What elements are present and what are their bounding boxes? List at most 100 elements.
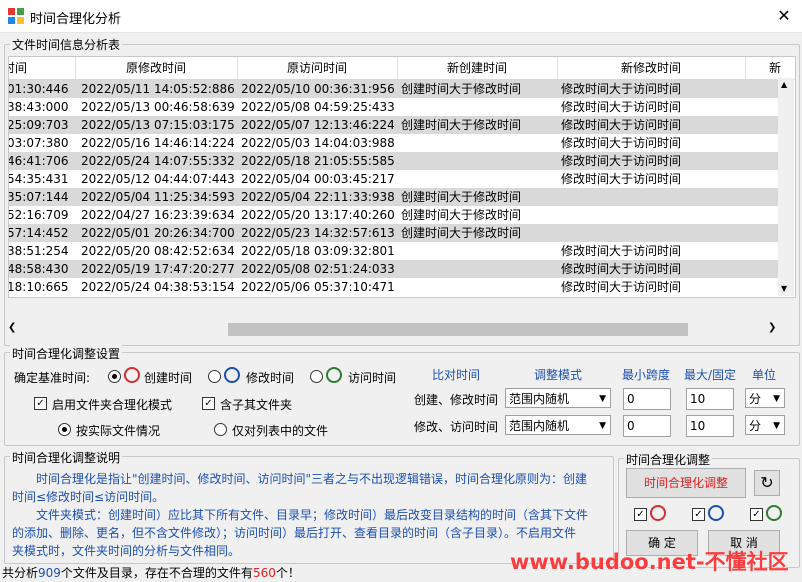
table-cell: 52:16:709 xyxy=(8,208,69,222)
chevron-down-icon: ▼ xyxy=(599,394,606,404)
table-cell: 2022/05/03 14:04:03:988 xyxy=(241,136,395,150)
vertical-scrollbar[interactable]: ▲ ▼ xyxy=(778,78,794,296)
table-cell: 创建时间大于修改时间 xyxy=(401,190,522,204)
status-bad-count: 560 xyxy=(252,566,276,580)
scroll-right-icon[interactable]: ❯ xyxy=(768,322,776,333)
max-fixed-input-2[interactable]: 10 xyxy=(686,415,734,437)
table-cell: 2022/05/12 04:44:07:443 xyxy=(81,172,235,186)
time-adjust-button[interactable]: 时间合理化调整 xyxy=(626,468,746,498)
scroll-down-icon[interactable]: ▼ xyxy=(781,284,787,293)
description-group-title: 时间合理化调整说明 xyxy=(10,449,123,466)
description-line: 的添加、删除、更名，但不含文件修改）；访问时间）最后打开、查看目录的时间（含子目… xyxy=(12,526,577,540)
folder-mode-checkbox[interactable]: ✓ xyxy=(34,397,47,410)
folder-mode-label[interactable]: 启用文件夹合理化模式 xyxy=(52,396,172,413)
col-header-new-created[interactable]: 新创建时间 xyxy=(397,57,558,79)
radio-base-modified[interactable] xyxy=(208,370,221,383)
table-cell: 2022/05/19 17:47:20:277 xyxy=(81,262,235,276)
table-cell: 48:58:430 xyxy=(8,262,69,276)
table-cell: 创建时间大于修改时间 xyxy=(401,226,522,240)
adjust-modified-checkbox[interactable]: ✓ xyxy=(692,508,705,521)
table-cell: 38:51:254 xyxy=(8,244,69,258)
accessed-time-icon xyxy=(766,505,782,521)
table-cell: 54:35:431 xyxy=(8,172,69,186)
radio-by-list-label[interactable]: 仅对列表中的文件 xyxy=(232,422,328,439)
include-subfolder-checkbox[interactable]: ✓ xyxy=(202,397,215,410)
table-row[interactable]: 46:41:706 2022/05/24 14:07:55:332 2022/05/… xyxy=(9,152,779,170)
table-group-title: 文件时间信息分析表 xyxy=(10,36,123,53)
mode-select-1[interactable]: 范围内随机 ▼ xyxy=(505,388,611,408)
table-row[interactable]: 57:14:452 2022/05/01 20:26:34:700 2022/05/… xyxy=(9,224,779,242)
created-time-icon xyxy=(650,505,666,521)
col-header-time[interactable]: 时间 xyxy=(9,57,76,79)
table-cell: 2022/05/11 14:05:52:886 xyxy=(81,82,235,96)
table-row[interactable]: 25:09:703 2022/05/13 07:15:03:175 2022/05/… xyxy=(9,116,779,134)
radio-by-list[interactable] xyxy=(214,423,227,436)
col-header-new-modified[interactable]: 新修改时间 xyxy=(557,57,746,79)
table-cell: 2022/05/20 13:17:40:260 xyxy=(241,208,395,222)
scroll-left-icon[interactable]: ❮ xyxy=(8,322,16,333)
table-cell: 2022/05/04 11:25:34:593 xyxy=(81,190,235,204)
col-header-orig-accessed[interactable]: 原访问时间 xyxy=(237,57,398,79)
table-cell: 2022/05/23 14:32:57:613 xyxy=(241,226,395,240)
table-cell: 2022/05/06 05:37:10:471 xyxy=(241,280,395,294)
accessed-time-icon xyxy=(326,367,342,383)
settings-group-title: 时间合理化调整设置 xyxy=(10,345,123,362)
col-header-orig-modified[interactable]: 原修改时间 xyxy=(75,57,238,79)
table-cell: 修改时间大于访问时间 xyxy=(561,244,682,258)
col-header-new-accessed[interactable]: 新 xyxy=(745,57,795,79)
radio-base-accessed-label[interactable]: 访问时间 xyxy=(348,369,396,386)
table-row[interactable]: 01:30:446 2022/05/11 14:05:52:886 2022/05/… xyxy=(9,80,779,98)
horizontal-scroll-thumb[interactable] xyxy=(228,323,688,336)
radio-base-modified-label[interactable]: 修改时间 xyxy=(246,369,294,386)
mode-select-2[interactable]: 范围内随机 ▼ xyxy=(505,415,611,435)
row-modified-accessed-label: 修改、访问时间 xyxy=(414,420,499,434)
app-icon xyxy=(8,8,24,24)
include-subfolder-label[interactable]: 含子其文件夹 xyxy=(220,396,292,413)
unit-select-2-value: 分 xyxy=(749,419,762,433)
table-cell: 修改时间大于访问时间 xyxy=(561,136,682,150)
table-cell: 2022/05/24 04:38:53:154 xyxy=(81,280,235,294)
col-compare-time: 比对时间 xyxy=(432,368,481,382)
modified-time-icon xyxy=(224,367,240,383)
table-cell: 2022/05/08 02:51:24:033 xyxy=(241,262,395,276)
table-cell: 修改时间大于访问时间 xyxy=(561,280,682,294)
table-cell: 2022/05/13 00:46:58:639 xyxy=(81,100,235,114)
table-row[interactable]: 48:58:430 2022/05/19 17:47:20:277 2022/05/… xyxy=(9,260,779,278)
table-cell: 57:14:452 xyxy=(8,226,69,240)
close-button[interactable]: ✕ xyxy=(770,4,798,28)
description-line: 文件夹模式：创建时间）应比其下所有文件、目录早；修改时间）最后改变目录结构的时间… xyxy=(12,508,589,522)
window-title: 时间合理化分析 xyxy=(30,12,122,27)
radio-base-created-label[interactable]: 创建时间 xyxy=(144,369,192,386)
radio-by-actual[interactable] xyxy=(58,423,71,436)
file-time-table[interactable]: 时间 原修改时间 原访问时间 新创建时间 新修改时间 新 01:30:446 20… xyxy=(8,56,796,298)
scroll-up-icon[interactable]: ▲ xyxy=(781,80,787,89)
max-fixed-input-1[interactable]: 10 xyxy=(686,388,734,410)
table-row[interactable]: 18:10:665 2022/05/24 04:38:53:154 2022/05/… xyxy=(9,278,779,296)
base-time-label: 确定基准时间: xyxy=(14,371,91,385)
radio-base-accessed[interactable] xyxy=(310,370,323,383)
table-row[interactable]: 38:43:000 2022/05/13 00:46:58:639 2022/05/… xyxy=(9,98,779,116)
col-unit: 单位 xyxy=(752,368,777,382)
mode-select-2-value: 范围内随机 xyxy=(509,419,570,433)
table-cell: 修改时间大于访问时间 xyxy=(561,262,682,276)
unit-select-2[interactable]: 分 ▼ xyxy=(745,415,785,435)
refresh-icon[interactable]: ↻ xyxy=(754,470,780,496)
radio-by-actual-label[interactable]: 按实际文件情况 xyxy=(76,422,160,439)
table-row[interactable]: 03:07:380 2022/05/16 14:46:14:224 2022/05/… xyxy=(9,134,779,152)
table-row[interactable]: 35:07:144 2022/05/04 11:25:34:593 2022/05/… xyxy=(9,188,779,206)
table-header: 时间 原修改时间 原访问时间 新创建时间 新修改时间 新 xyxy=(9,57,795,80)
min-span-input-2[interactable]: 0 xyxy=(623,415,671,437)
radio-base-created[interactable] xyxy=(108,370,121,383)
col-max-fixed: 最大/固定 xyxy=(684,368,737,382)
table-cell: 创建时间大于修改时间 xyxy=(401,82,522,96)
table-row[interactable]: 54:35:431 2022/05/12 04:44:07:443 2022/05/… xyxy=(9,170,779,188)
adjust-created-checkbox[interactable]: ✓ xyxy=(634,508,647,521)
min-span-input-1[interactable]: 0 xyxy=(623,388,671,410)
adjust-accessed-checkbox[interactable]: ✓ xyxy=(750,508,763,521)
table-row[interactable]: 38:51:254 2022/05/20 08:42:52:634 2022/05/… xyxy=(9,242,779,260)
table-cell: 创建时间大于修改时间 xyxy=(401,208,522,222)
modified-time-icon xyxy=(708,505,724,521)
unit-select-1[interactable]: 分 ▼ xyxy=(745,388,785,408)
table-row[interactable]: 52:16:709 2022/04/27 16:23:39:634 2022/05/… xyxy=(9,206,779,224)
table-cell: 25:09:703 xyxy=(8,118,69,132)
